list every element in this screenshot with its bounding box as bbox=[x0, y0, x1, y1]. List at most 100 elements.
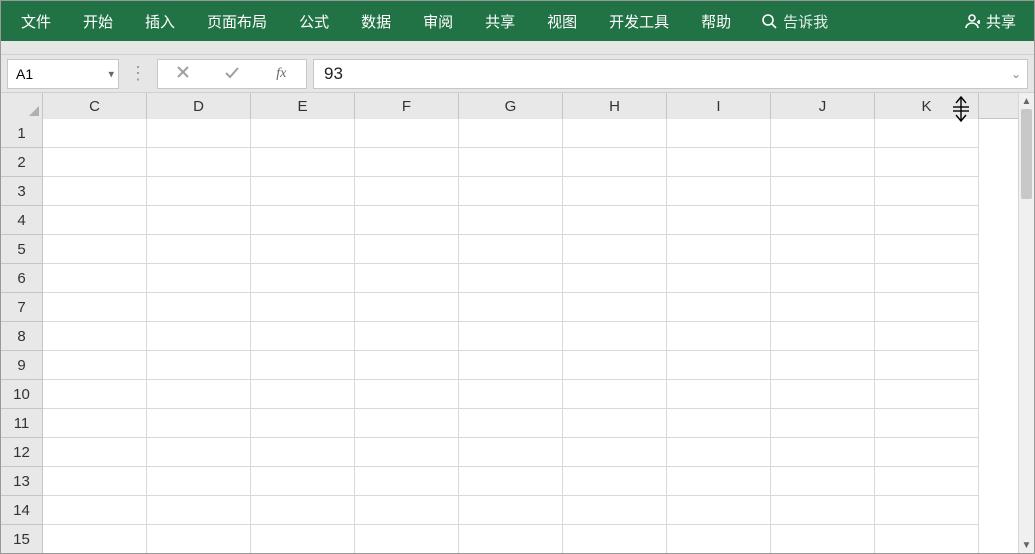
cell[interactable] bbox=[147, 119, 251, 148]
cell[interactable] bbox=[771, 496, 875, 525]
cell[interactable] bbox=[251, 264, 355, 293]
cell[interactable] bbox=[667, 467, 771, 496]
cell[interactable] bbox=[147, 177, 251, 206]
cell[interactable] bbox=[43, 119, 147, 148]
cell[interactable] bbox=[875, 264, 979, 293]
cell[interactable] bbox=[43, 380, 147, 409]
cell[interactable] bbox=[459, 264, 563, 293]
cell[interactable] bbox=[563, 235, 667, 264]
cell[interactable] bbox=[147, 467, 251, 496]
tab-insert[interactable]: 插入 bbox=[131, 1, 189, 41]
cell[interactable] bbox=[459, 148, 563, 177]
cell[interactable] bbox=[43, 467, 147, 496]
cell[interactable] bbox=[667, 206, 771, 235]
tab-help[interactable]: 帮助 bbox=[687, 1, 745, 41]
cell[interactable] bbox=[667, 264, 771, 293]
share-button[interactable]: 共享 bbox=[952, 1, 1028, 41]
cell[interactable] bbox=[355, 177, 459, 206]
row-header[interactable]: 9 bbox=[1, 351, 43, 380]
cell[interactable] bbox=[459, 351, 563, 380]
scroll-track[interactable] bbox=[1019, 109, 1034, 537]
cell[interactable] bbox=[147, 264, 251, 293]
cell[interactable] bbox=[563, 351, 667, 380]
cell[interactable] bbox=[355, 409, 459, 438]
formula-bar-handle[interactable]: ⋮ bbox=[125, 63, 151, 84]
cell[interactable] bbox=[251, 380, 355, 409]
cell[interactable] bbox=[251, 409, 355, 438]
cell[interactable] bbox=[563, 409, 667, 438]
cell[interactable] bbox=[147, 496, 251, 525]
scroll-down-arrow-icon[interactable]: ▼ bbox=[1019, 537, 1034, 553]
cell[interactable] bbox=[355, 438, 459, 467]
cell[interactable] bbox=[147, 293, 251, 322]
cell[interactable] bbox=[251, 438, 355, 467]
cell[interactable] bbox=[563, 264, 667, 293]
cell[interactable] bbox=[147, 525, 251, 553]
row-header[interactable]: 7 bbox=[1, 293, 43, 322]
cell[interactable] bbox=[251, 496, 355, 525]
tab-view[interactable]: 视图 bbox=[533, 1, 591, 41]
tab-page-layout[interactable]: 页面布局 bbox=[193, 1, 281, 41]
cell[interactable] bbox=[147, 409, 251, 438]
cell[interactable] bbox=[667, 496, 771, 525]
cell[interactable] bbox=[667, 322, 771, 351]
cell[interactable] bbox=[355, 293, 459, 322]
cell[interactable] bbox=[459, 467, 563, 496]
column-header[interactable]: J bbox=[771, 93, 875, 119]
cell[interactable] bbox=[875, 322, 979, 351]
cell[interactable] bbox=[667, 380, 771, 409]
cell[interactable] bbox=[43, 206, 147, 235]
tab-data[interactable]: 数据 bbox=[347, 1, 405, 41]
cell[interactable] bbox=[251, 177, 355, 206]
cell[interactable] bbox=[771, 206, 875, 235]
tab-formulas[interactable]: 公式 bbox=[285, 1, 343, 41]
cell[interactable] bbox=[43, 409, 147, 438]
cell[interactable] bbox=[43, 496, 147, 525]
cell[interactable] bbox=[355, 525, 459, 553]
cell[interactable] bbox=[771, 322, 875, 351]
cell[interactable] bbox=[251, 148, 355, 177]
row-header[interactable]: 10 bbox=[1, 380, 43, 409]
row-header[interactable]: 14 bbox=[1, 496, 43, 525]
column-header[interactable]: G bbox=[459, 93, 563, 119]
cell[interactable] bbox=[251, 525, 355, 553]
cell[interactable] bbox=[875, 380, 979, 409]
cell[interactable] bbox=[563, 293, 667, 322]
expand-formula-bar-icon[interactable]: ⌄ bbox=[1011, 67, 1021, 81]
cell[interactable] bbox=[43, 264, 147, 293]
row-header[interactable]: 4 bbox=[1, 206, 43, 235]
tab-file[interactable]: 文件 bbox=[7, 1, 65, 41]
cell[interactable] bbox=[251, 119, 355, 148]
cell[interactable] bbox=[875, 206, 979, 235]
formula-input[interactable]: 93 ⌄ bbox=[313, 59, 1028, 89]
cell[interactable] bbox=[355, 322, 459, 351]
cell[interactable] bbox=[147, 380, 251, 409]
cell[interactable] bbox=[771, 264, 875, 293]
cell[interactable] bbox=[459, 496, 563, 525]
cell[interactable] bbox=[43, 148, 147, 177]
enter-button[interactable] bbox=[216, 64, 248, 83]
cell[interactable] bbox=[147, 235, 251, 264]
cell[interactable] bbox=[563, 177, 667, 206]
cell[interactable] bbox=[459, 322, 563, 351]
cell[interactable] bbox=[43, 293, 147, 322]
column-header[interactable]: C bbox=[43, 93, 147, 119]
cell[interactable] bbox=[459, 177, 563, 206]
cell[interactable] bbox=[355, 351, 459, 380]
cell[interactable] bbox=[771, 119, 875, 148]
cell[interactable] bbox=[771, 409, 875, 438]
cell[interactable] bbox=[43, 322, 147, 351]
cell[interactable] bbox=[563, 148, 667, 177]
cell[interactable] bbox=[875, 467, 979, 496]
column-header[interactable]: K bbox=[875, 93, 979, 119]
scroll-thumb[interactable] bbox=[1021, 109, 1032, 199]
cell[interactable] bbox=[459, 206, 563, 235]
cell[interactable] bbox=[875, 525, 979, 553]
column-header[interactable]: H bbox=[563, 93, 667, 119]
cell[interactable] bbox=[563, 119, 667, 148]
tell-me-search[interactable]: 告诉我 bbox=[749, 1, 840, 41]
cell[interactable] bbox=[875, 293, 979, 322]
cell[interactable] bbox=[459, 525, 563, 553]
insert-function-button[interactable]: fx bbox=[265, 66, 297, 82]
cell[interactable] bbox=[667, 351, 771, 380]
